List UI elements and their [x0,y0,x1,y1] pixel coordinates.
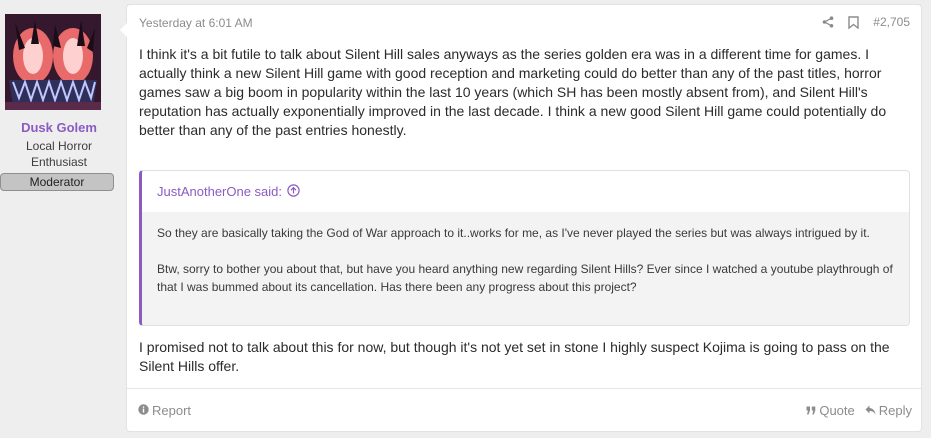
user-avatar[interactable] [5,14,101,110]
post-actions: #2,705 [822,15,910,29]
reply-icon [865,403,876,418]
reply-button[interactable]: Reply [865,403,912,418]
user-sidebar: Dusk Golem Local Horror Enthusiast Moder… [0,14,118,191]
post-card: Yesterday at 6:01 AM #2,705 I think it's… [120,4,922,433]
quote-label[interactable]: Quote [819,403,854,418]
post-paragraph-2: I promised not to talk about this for no… [139,339,890,374]
share-icon[interactable] [822,16,834,28]
footer-actions: Quote Reply [806,403,912,418]
quote-paragraph-2: Btw, sorry to bother you about that, but… [157,262,893,294]
arrow-up-circle-icon[interactable] [287,183,300,200]
user-banner: Moderator [0,173,114,191]
quote-button[interactable]: Quote [806,403,855,418]
bookmark-icon[interactable] [848,15,859,29]
reply-label[interactable]: Reply [879,403,912,418]
quote-header: JustAnotherOne said: [142,171,909,212]
info-circle-icon [138,403,149,418]
quote-content: So they are basically taking the God of … [142,212,909,325]
user-title: Local Horror Enthusiast [25,139,93,169]
report-link[interactable]: Report [138,403,191,418]
post-timestamp[interactable]: Yesterday at 6:01 AM [139,16,253,30]
post-number[interactable]: #2,705 [873,15,910,29]
quote-paragraph-1: So they are basically taking the God of … [157,226,870,240]
post-paragraph-1: I think it's a bit futile to talk about … [139,46,887,138]
post-footer: Report Quote Reply [127,388,921,433]
quote-attribution[interactable]: JustAnotherOne said: [157,184,282,199]
quote-icon [806,403,816,418]
username[interactable]: Dusk Golem [0,120,118,135]
quote-block: JustAnotherOne said: So they are basical… [139,170,910,326]
report-label[interactable]: Report [152,403,191,418]
